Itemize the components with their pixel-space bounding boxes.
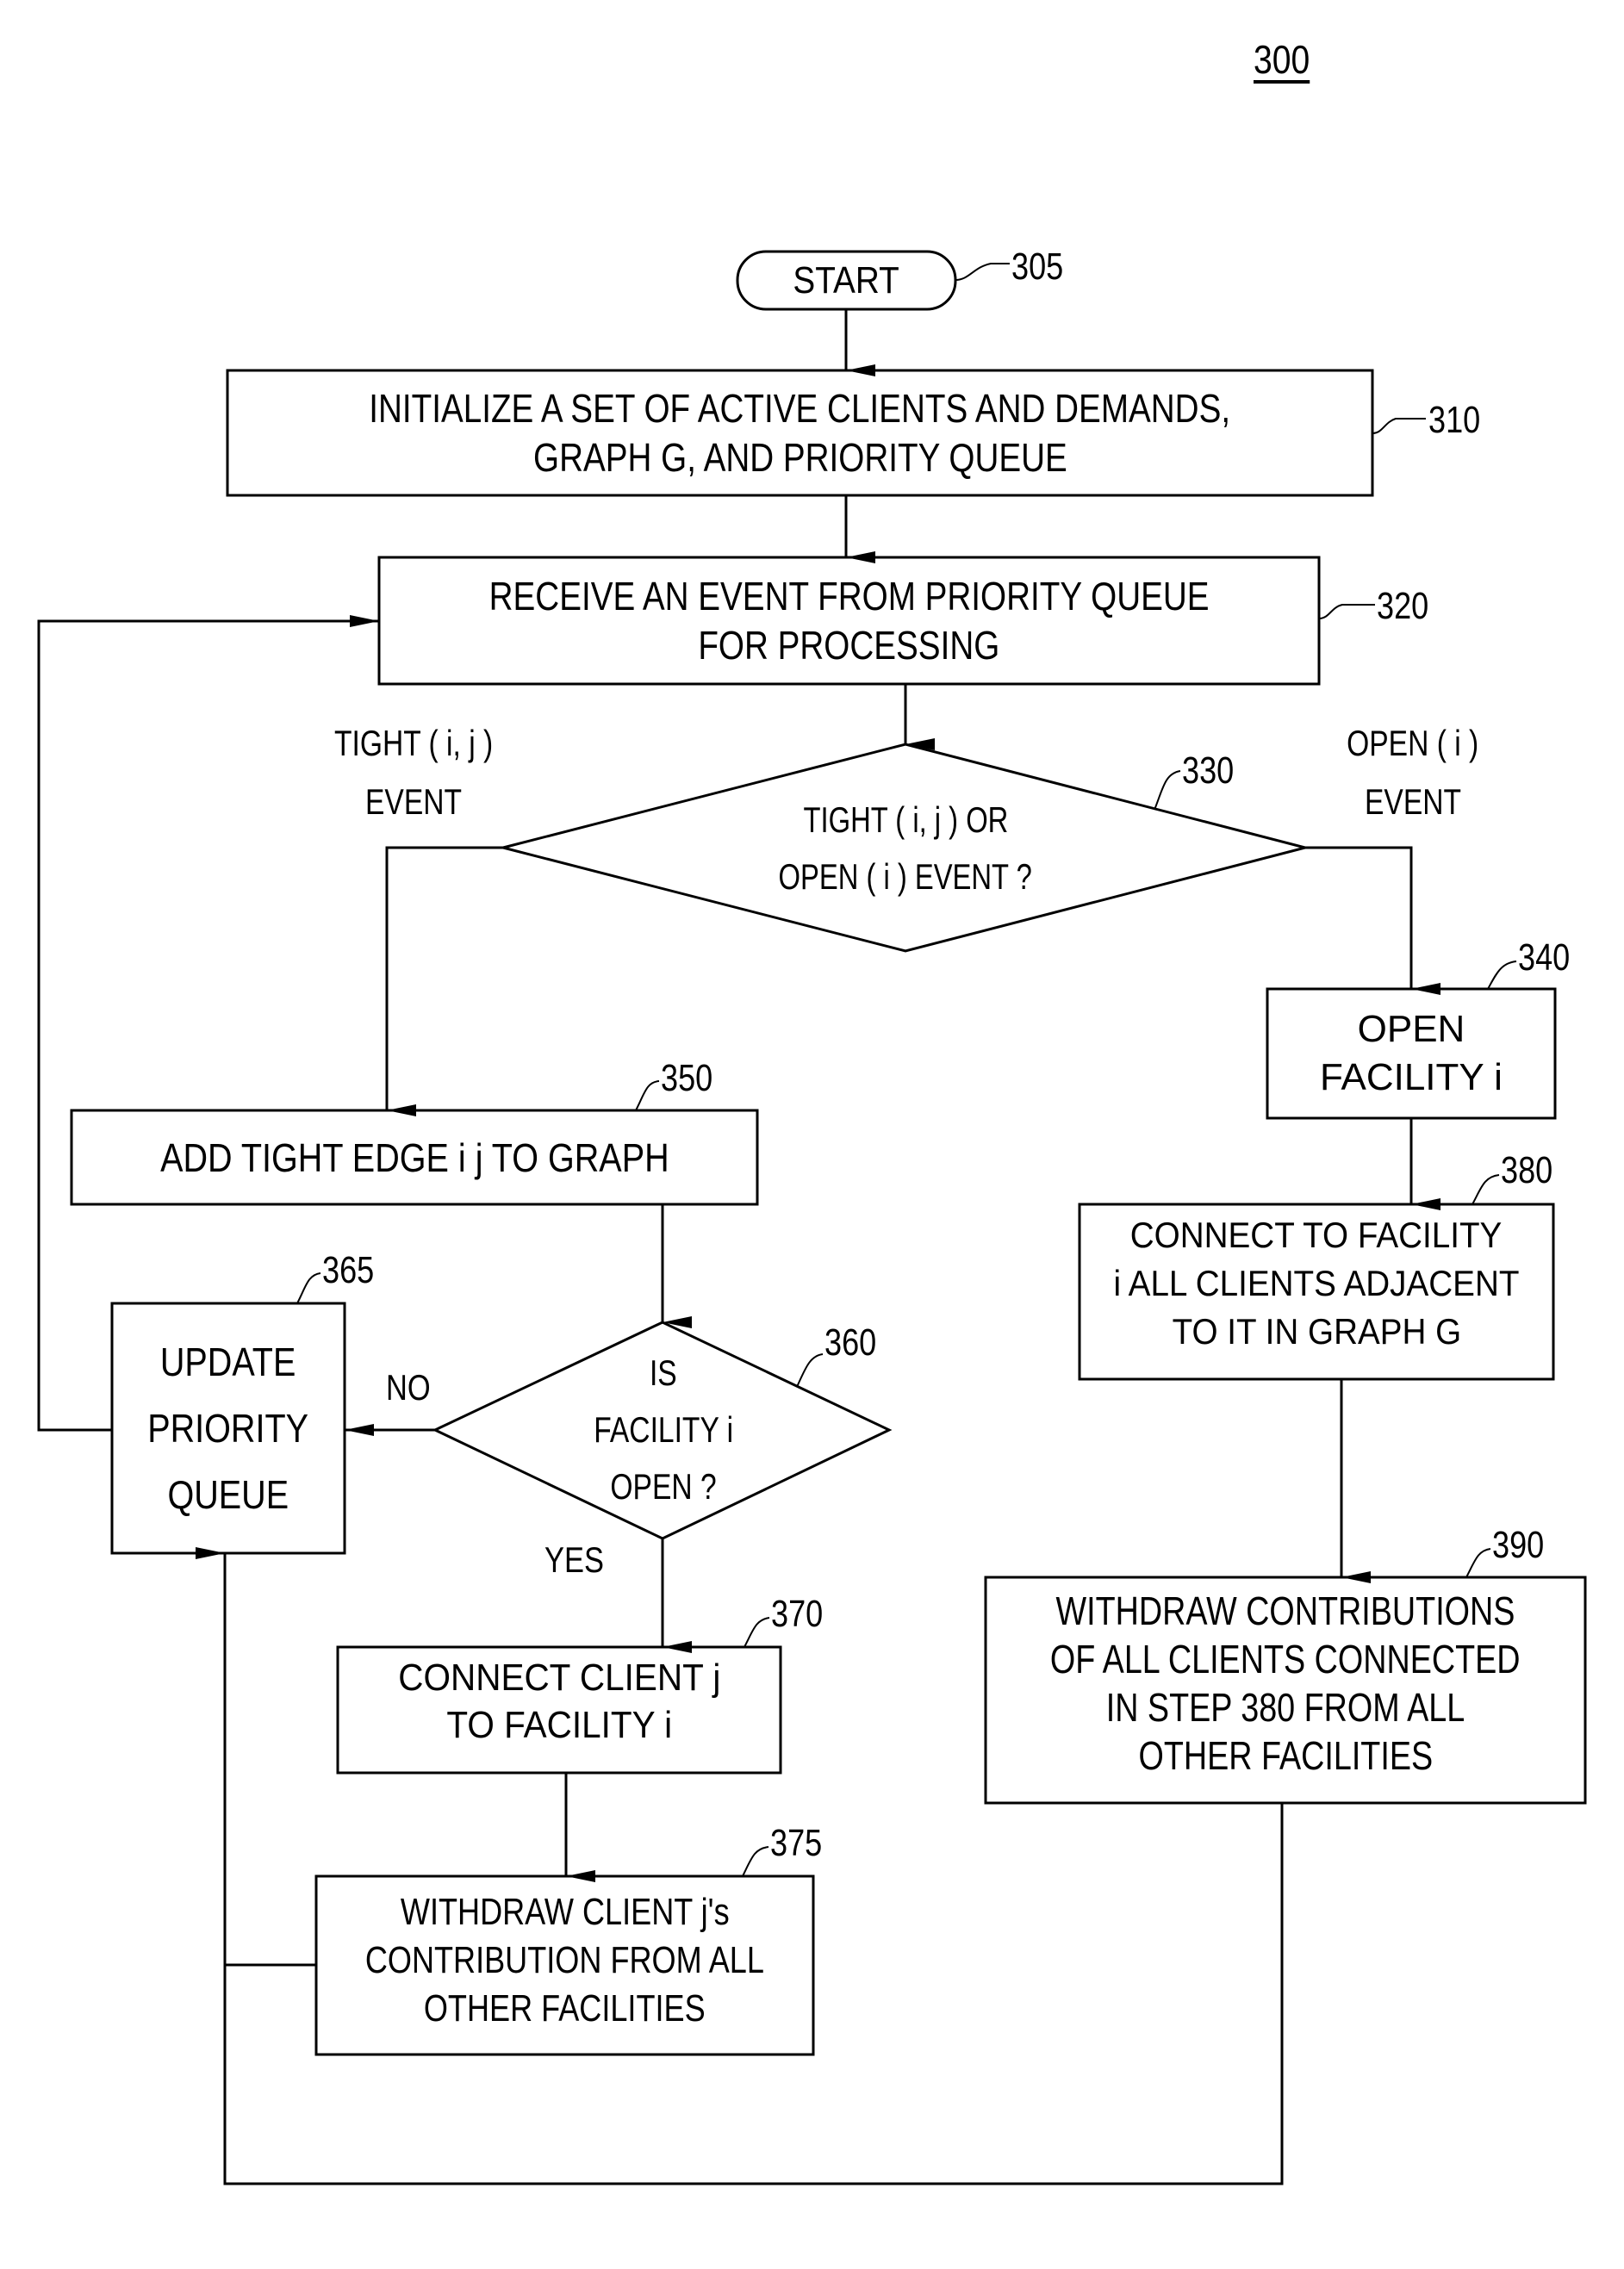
no-label: NO bbox=[386, 1367, 431, 1408]
ref-leader-340 bbox=[1487, 960, 1517, 990]
receive-label: RECEIVE AN EVENT FROM PRIORITY QUEUE FOR… bbox=[488, 573, 1210, 668]
edge-open-to-open-facility bbox=[1305, 846, 1440, 995]
ref-leader-390 bbox=[1465, 1548, 1491, 1578]
ref-leader-375 bbox=[742, 1846, 769, 1877]
ref-leader-350 bbox=[635, 1080, 660, 1111]
start-label: START bbox=[793, 258, 900, 301]
decision-event-label: TIGHT ( i, j ) OR OPEN ( i ) EVENT ? bbox=[778, 799, 1033, 897]
ref-leader-370 bbox=[744, 1617, 770, 1648]
withdraw-client-label: WITHDRAW CLIENT j's CONTRIBUTION FROM AL… bbox=[364, 1890, 765, 2030]
ref-390: 390 bbox=[1492, 1524, 1545, 1566]
figure-number: 300 bbox=[1254, 37, 1310, 82]
yes-label: YES bbox=[544, 1539, 604, 1580]
ref-leader-310 bbox=[1372, 418, 1426, 434]
ref-305: 305 bbox=[1011, 246, 1064, 288]
ref-380: 380 bbox=[1501, 1149, 1553, 1191]
withdraw-all-label: WITHDRAW CONTRIBUTIONS OF ALL CLIENTS CO… bbox=[1050, 1588, 1521, 1778]
connect-all-label: CONNECT TO FACILITY i ALL CLIENTS ADJACE… bbox=[1113, 1214, 1520, 1352]
ref-leader-330 bbox=[1154, 770, 1181, 811]
open-event-label: OPEN ( i ) EVENT bbox=[1347, 723, 1479, 822]
ref-340: 340 bbox=[1518, 936, 1571, 979]
ref-330: 330 bbox=[1182, 749, 1235, 792]
ref-leader-305 bbox=[955, 263, 1010, 281]
ref-370: 370 bbox=[771, 1593, 824, 1635]
edge-tight-to-add-edge bbox=[385, 846, 503, 1116]
ref-360: 360 bbox=[824, 1321, 877, 1364]
add-edge-label: ADD TIGHT EDGE i j TO GRAPH bbox=[159, 1134, 669, 1180]
ref-310: 310 bbox=[1428, 399, 1481, 441]
decision-open-label: IS FACILITY i OPEN ? bbox=[594, 1352, 733, 1507]
update-queue-label: UPDATE PRIORITY QUEUE bbox=[147, 1339, 309, 1517]
ref-375: 375 bbox=[770, 1822, 823, 1864]
ref-leader-365 bbox=[296, 1272, 321, 1304]
ref-365: 365 bbox=[322, 1249, 375, 1291]
init-label: INITIALIZE A SET OF ACTIVE CLIENTS AND D… bbox=[369, 385, 1231, 480]
tight-event-label: TIGHT ( i, j ) EVENT bbox=[333, 723, 494, 822]
ref-320: 320 bbox=[1377, 585, 1429, 627]
ref-leader-380 bbox=[1472, 1174, 1500, 1205]
ref-350: 350 bbox=[661, 1057, 713, 1099]
ref-leader-320 bbox=[1318, 604, 1375, 619]
connect-client-label: CONNECT CLIENT j TO FACILITY i bbox=[397, 1657, 721, 1746]
open-facility-label: OPEN FACILITY i bbox=[1320, 1008, 1503, 1098]
